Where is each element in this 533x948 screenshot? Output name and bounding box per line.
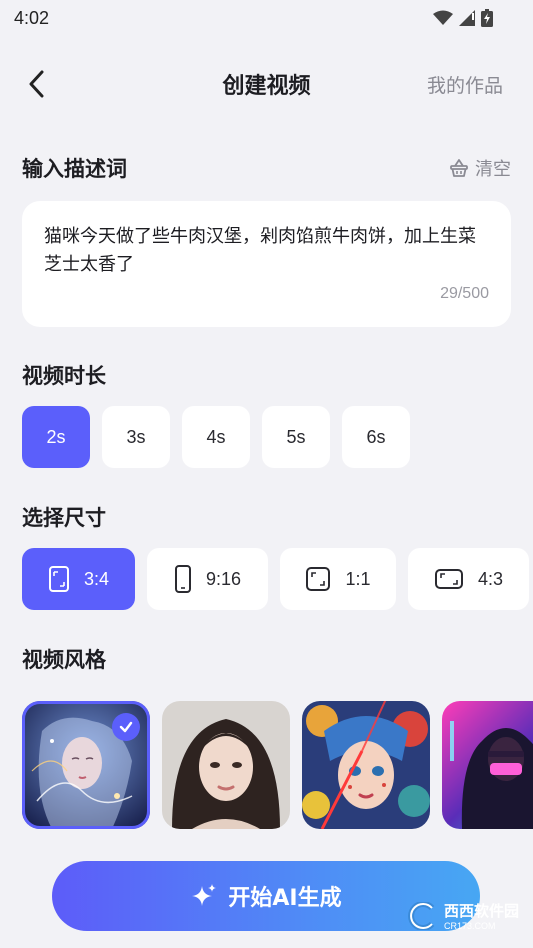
style-card-illustration[interactable]: [302, 701, 430, 829]
wifi-icon: [433, 10, 453, 25]
clear-label: 清空: [475, 159, 511, 180]
landscape-frame-icon: [434, 569, 463, 589]
duration-option[interactable]: 4s: [182, 406, 250, 468]
status-time: 4:02: [14, 7, 50, 28]
char-count: 29/500: [440, 285, 489, 302]
duration-option[interactable]: 3s: [102, 406, 170, 468]
size-label: 4:3: [477, 568, 504, 589]
style-card-ethereal[interactable]: [22, 701, 150, 829]
sparkle-icon: [192, 884, 217, 906]
realistic-portrait-thumbnail: [162, 701, 290, 829]
my-works-link[interactable]: 我的作品: [427, 71, 503, 98]
size-label: 9:16: [205, 568, 242, 589]
size-option-3-4[interactable]: 3:4: [22, 548, 135, 610]
size-option-4-3[interactable]: 4:3: [408, 548, 529, 610]
style-card-cyberpunk[interactable]: [442, 701, 533, 829]
watermark-logo-icon: [408, 901, 435, 930]
style-options: [22, 701, 533, 829]
size-option-1-1[interactable]: 1:1: [280, 548, 396, 610]
watermark-subtext: CR173.COM: [443, 921, 496, 931]
duration-option[interactable]: 5s: [262, 406, 330, 468]
portrait-frame-icon: [48, 566, 69, 592]
duration-section-title: 视频时长: [22, 364, 106, 388]
cyberpunk-hoodie-thumbnail: [442, 701, 533, 829]
site-watermark: 西西软件园 CR173.COM: [406, 900, 519, 931]
duration-option[interactable]: 6s: [342, 406, 410, 468]
nav-bar: 创建视频 我的作品: [0, 56, 533, 112]
battery-icon: [481, 9, 493, 27]
duration-options: 2s 3s 4s 5s 6s: [22, 406, 410, 468]
size-label: 3:4: [83, 568, 110, 589]
style-card-realistic[interactable]: [162, 701, 290, 829]
generate-label: 开始AI生成: [228, 886, 342, 911]
size-option-9-16[interactable]: 9:16: [147, 548, 268, 610]
status-bar: 4:02: [0, 0, 533, 36]
size-options: 3:4 9:16 1:1 4:3: [22, 548, 529, 610]
status-icons: [433, 9, 493, 27]
phone-frame-icon: [174, 565, 191, 593]
selected-check-icon: [112, 713, 140, 741]
clear-button[interactable]: 清空: [449, 155, 511, 181]
colorful-illustration-thumbnail: [302, 701, 430, 829]
duration-option[interactable]: 2s: [22, 406, 90, 468]
style-section-title: 视频风格: [22, 648, 106, 672]
basket-icon: [450, 159, 468, 177]
prompt-card: 猫咪今天做了些牛肉汉堡，剁肉馅煎牛肉饼，加上生菜芝士太香了 29/500: [22, 201, 511, 327]
watermark-text: 西西软件园: [443, 902, 519, 920]
prompt-section-title: 输入描述词: [22, 157, 127, 181]
signal-icon: [459, 10, 475, 26]
size-section-title: 选择尺寸: [22, 506, 106, 530]
square-frame-icon: [306, 567, 331, 591]
size-label: 1:1: [345, 568, 371, 589]
prompt-input[interactable]: 猫咪今天做了些牛肉汉堡，剁肉馅煎牛肉饼，加上生菜芝士太香了: [44, 223, 492, 279]
